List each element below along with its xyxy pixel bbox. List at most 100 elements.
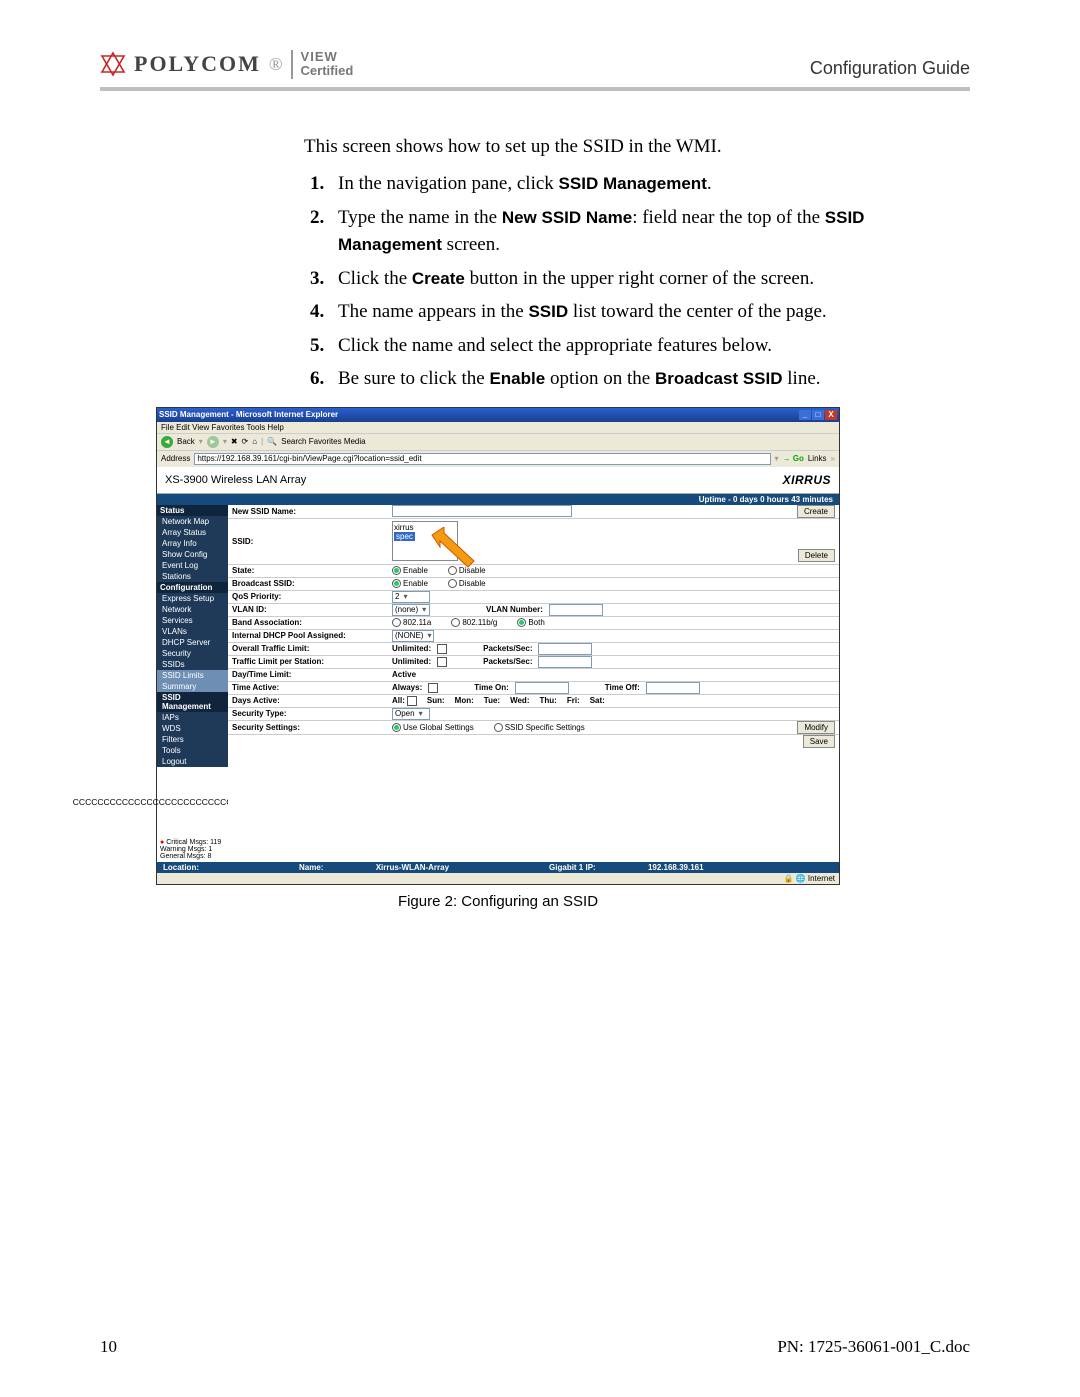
wmi-body: Status Network Map Array Status Array In… xyxy=(157,505,839,862)
sidebar-item[interactable]: Array Info xyxy=(157,538,228,549)
search-icon[interactable]: 🔍 xyxy=(267,437,277,446)
sidebar-item-ssid-management[interactable]: SSID Management xyxy=(157,692,228,712)
go-button[interactable]: → Go xyxy=(783,454,804,463)
sidebar-item[interactable]: Event Log xyxy=(157,560,228,571)
sidebar-item[interactable]: Array Status xyxy=(157,527,228,538)
sidebar-item[interactable]: SSIDs xyxy=(157,659,228,670)
vlan-number-input[interactable] xyxy=(549,604,603,616)
address-input[interactable] xyxy=(194,453,770,465)
refresh-icon[interactable]: ⟳ xyxy=(242,437,249,446)
new-ssid-input[interactable] xyxy=(392,505,572,517)
always-checkbox[interactable] xyxy=(428,683,438,693)
header-rule xyxy=(100,87,970,91)
step-text: Click the name and select the appropriat… xyxy=(338,332,970,360)
maximize-button[interactable]: □ xyxy=(812,410,824,420)
internet-zone-icon: 🌐 xyxy=(796,874,806,883)
band-bg-radio[interactable]: 802.11b/g xyxy=(451,618,497,627)
minimize-button[interactable]: _ xyxy=(799,410,811,420)
pkts-input[interactable] xyxy=(538,656,592,668)
step-text: The name appears in the SSID list toward… xyxy=(338,298,970,326)
sidebar-item[interactable]: Network Map xyxy=(157,516,228,527)
sidebar-item[interactable]: IAPs xyxy=(157,712,228,723)
pkts-input[interactable] xyxy=(538,643,592,655)
step-num: 4. xyxy=(310,298,338,326)
sidebar-item[interactable]: Services xyxy=(157,615,228,626)
back-label[interactable]: Back xyxy=(177,437,195,446)
back-button-icon[interactable]: ◄ xyxy=(161,436,173,448)
sidebar-item[interactable]: Express Setup xyxy=(157,593,228,604)
row-overall-traffic: Overall Traffic Limit: Unlimited: Packet… xyxy=(228,643,839,656)
modify-button[interactable]: Modify xyxy=(797,721,835,734)
sidebar-item[interactable]: VLANs xyxy=(157,626,228,637)
row-days-active: Days Active: All: Sun: Mon: Tue: Wed: Th… xyxy=(228,695,839,708)
security-type-select[interactable]: Open▾ xyxy=(392,708,430,720)
step-text: In the navigation pane, click SSID Manag… xyxy=(338,170,970,198)
forward-button-icon[interactable]: ► xyxy=(207,436,219,448)
step-5: 5. Click the name and select the appropr… xyxy=(310,332,970,360)
sidebar-item[interactable]: DHCP Server xyxy=(157,637,228,648)
home-icon[interactable]: ⌂ xyxy=(252,437,257,446)
state-enable-radio[interactable]: Enable xyxy=(392,566,428,575)
time-on-input[interactable] xyxy=(515,682,569,694)
qos-select[interactable]: 2▾ xyxy=(392,591,430,603)
list-item[interactable]: xirrus xyxy=(394,523,456,532)
time-off-input[interactable] xyxy=(646,682,700,694)
step-num: 6. xyxy=(310,365,338,393)
doc-pn: PN: 1725-36061-001_C.doc xyxy=(777,1337,970,1357)
list-item[interactable]: spec xyxy=(394,532,415,541)
save-button[interactable]: Save xyxy=(803,735,835,748)
use-global-radio[interactable]: Use Global Settings xyxy=(392,723,474,732)
sidebar-item[interactable]: Filters xyxy=(157,734,228,745)
ssid-label: SSID: xyxy=(232,537,392,546)
dhcp-select[interactable]: (NONE)▾ xyxy=(392,630,434,642)
sidebar-item[interactable]: Summary xyxy=(157,681,228,692)
screenshot-figure: SSID Management - Microsoft Internet Exp… xyxy=(156,407,840,910)
brand-view: VIEW xyxy=(301,50,354,64)
stop-icon[interactable]: ✖ xyxy=(231,437,238,446)
step-6: 6. Be sure to click the Enable option on… xyxy=(310,365,970,393)
wmi-header: XS-3900 Wireless LAN Array XIRRUS xyxy=(157,467,839,494)
sidebar-item[interactable]: SSID Limits xyxy=(157,670,228,681)
broadcast-enable-radio[interactable]: Enable xyxy=(392,579,428,588)
guide-label: Configuration Guide xyxy=(810,58,970,79)
delete-button[interactable]: Delete xyxy=(798,549,835,562)
brand-block: POLYCOM ® VIEW Certified xyxy=(100,50,353,79)
page-number: 10 xyxy=(100,1337,117,1357)
create-button[interactable]: Create xyxy=(797,505,835,518)
sidebar-item[interactable]: Stations xyxy=(157,571,228,582)
row-band: Band Association: 802.11a 802.11b/g Both xyxy=(228,617,839,630)
address-bar: Address ▾ → Go Links » xyxy=(157,451,839,467)
ssid-listbox[interactable]: xirrus spec xyxy=(392,521,458,561)
ie-toolbar[interactable]: ◄ Back ▾ ► ▾ ✖ ⟳ ⌂ | 🔍 Search Favorites … xyxy=(157,433,839,451)
row-ssid-list: SSID: xirrus spec Delete xyxy=(228,519,839,565)
radial-indicator: CCCCCCCCCCCCCCCCCCCCCCCCCCCCCCCCCCCCCCC xyxy=(157,767,228,837)
unlimited-checkbox[interactable] xyxy=(437,644,447,654)
links-label[interactable]: Links xyxy=(808,454,827,463)
sidebar-item[interactable]: WDS xyxy=(157,723,228,734)
sidebar-item[interactable]: Logout xyxy=(157,756,228,767)
day-checkbox[interactable] xyxy=(407,696,417,706)
close-button[interactable]: X xyxy=(825,410,837,420)
sidebar-item[interactable]: Security xyxy=(157,648,228,659)
uptime-bar: Uptime - 0 days 0 hours 43 minutes xyxy=(157,494,839,505)
brand-name: POLYCOM xyxy=(134,51,261,77)
ie-menubar[interactable]: File Edit View Favorites Tools Help xyxy=(157,422,839,433)
page-footer: 10 PN: 1725-36061-001_C.doc xyxy=(100,1337,970,1357)
polycom-logo-icon xyxy=(100,51,126,77)
sidebar-item[interactable]: Tools xyxy=(157,745,228,756)
document-page: POLYCOM ® VIEW Certified Configuration G… xyxy=(100,50,970,910)
step-text: Be sure to click the Enable option on th… xyxy=(338,365,970,393)
window-titlebar[interactable]: SSID Management - Microsoft Internet Exp… xyxy=(157,408,839,422)
broadcast-disable-radio[interactable]: Disable xyxy=(448,579,486,588)
sidebar-item[interactable]: Network xyxy=(157,604,228,615)
ssid-specific-radio[interactable]: SSID Specific Settings xyxy=(494,723,585,732)
vlan-select[interactable]: (none)▾ xyxy=(392,604,430,616)
page-header: POLYCOM ® VIEW Certified Configuration G… xyxy=(100,50,970,85)
sidebar-item[interactable]: Show Config xyxy=(157,549,228,560)
band-a-radio[interactable]: 802.11a xyxy=(392,618,431,627)
state-disable-radio[interactable]: Disable xyxy=(448,566,486,575)
toolbar-labels[interactable]: Search Favorites Media xyxy=(281,437,365,446)
unlimited-checkbox[interactable] xyxy=(437,657,447,667)
xirrus-logo: XIRRUS xyxy=(783,473,831,487)
band-both-radio[interactable]: Both xyxy=(517,618,544,627)
